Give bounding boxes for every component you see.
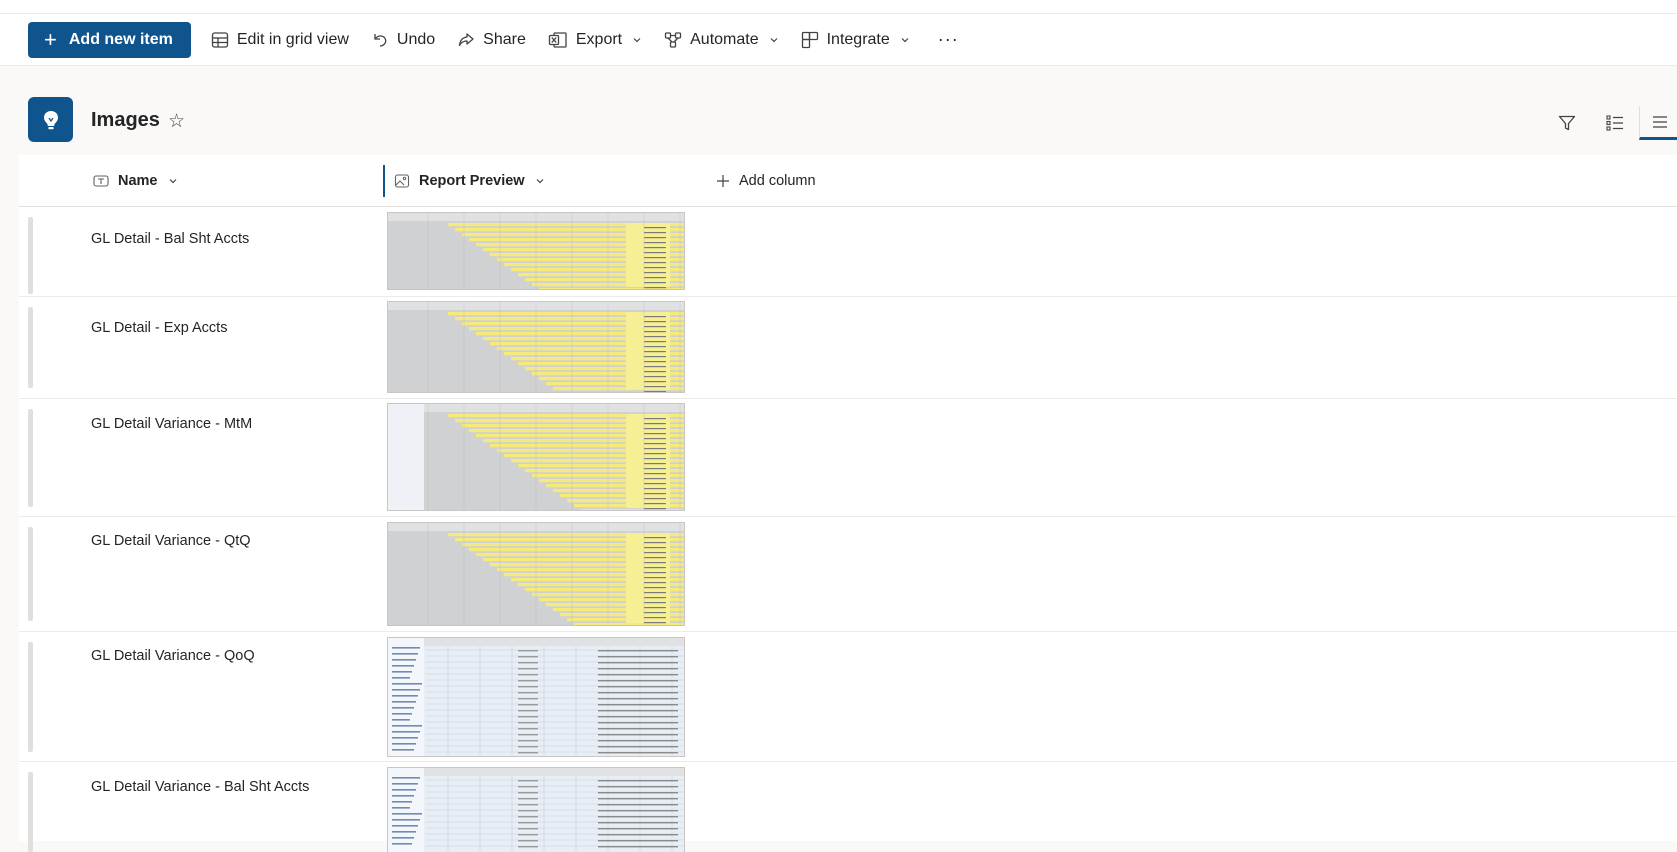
- column-name-label: Name: [118, 173, 158, 189]
- more-options-icon[interactable]: ···: [938, 29, 959, 50]
- list-row[interactable]: GL Detail - Exp Accts: [19, 297, 1677, 399]
- list-row[interactable]: GL Detail - Bal Sht Accts: [19, 207, 1677, 297]
- add-new-item-label: Add new item: [68, 30, 173, 48]
- excel-icon: [548, 31, 567, 48]
- report-preview-thumbnail[interactable]: [387, 637, 685, 757]
- report-preview-image: [388, 302, 684, 392]
- report-preview-thumbnail[interactable]: [387, 767, 685, 852]
- undo-label: Undo: [396, 30, 436, 48]
- view-switcher-icon[interactable]: [1639, 106, 1677, 140]
- chevron-down-icon: [633, 37, 641, 42]
- report-preview-image: [388, 213, 684, 289]
- row-name[interactable]: GL Detail - Bal Sht Accts: [91, 231, 249, 247]
- plus-icon: +: [44, 26, 57, 52]
- row-name[interactable]: GL Detail Variance - Bal Sht Accts: [91, 779, 309, 795]
- list-options-icon[interactable]: [1591, 106, 1639, 140]
- integrate-button[interactable]: Integrate: [801, 22, 910, 58]
- share-button[interactable]: Share: [457, 22, 526, 58]
- add-column-label: Add column: [739, 173, 816, 189]
- column-report-preview-label: Report Preview: [419, 173, 525, 189]
- list-row[interactable]: GL Detail Variance - Bal Sht Accts: [19, 762, 1677, 852]
- report-preview-thumbnail[interactable]: [387, 212, 685, 290]
- automate-label: Automate: [690, 30, 759, 48]
- add-column-button[interactable]: Add column: [716, 155, 816, 207]
- favorite-star-icon[interactable]: ☆: [168, 110, 185, 133]
- export-label: Export: [575, 30, 623, 48]
- grid-icon: [211, 31, 229, 48]
- top-strip: [0, 0, 1677, 14]
- command-bar: + Add new item Edit in grid view Undo Sh…: [0, 14, 1677, 66]
- list-title: Images: [91, 109, 160, 131]
- column-header-report-preview[interactable]: Report Preview: [394, 155, 545, 207]
- undo-button[interactable]: Undo: [371, 22, 435, 58]
- flow-icon: [664, 31, 682, 48]
- row-selector[interactable]: [28, 772, 33, 852]
- report-preview-image: [388, 523, 684, 625]
- report-preview-thumbnail[interactable]: [387, 522, 685, 626]
- integrate-label: Integrate: [826, 30, 890, 48]
- report-preview-image: [388, 768, 684, 852]
- row-selector[interactable]: [28, 217, 33, 294]
- text-column-icon: [93, 175, 109, 187]
- lightbulb-icon: [28, 97, 73, 142]
- column-header-name[interactable]: Name: [93, 155, 178, 207]
- edit-grid-button[interactable]: Edit in grid view: [211, 22, 349, 58]
- add-new-item-button[interactable]: + Add new item: [28, 21, 191, 58]
- row-selector[interactable]: [28, 307, 33, 388]
- share-icon: [459, 32, 474, 46]
- list-row[interactable]: GL Detail Variance - QoQ: [19, 632, 1677, 762]
- list-row[interactable]: GL Detail Variance - MtM: [19, 399, 1677, 517]
- row-name[interactable]: GL Detail Variance - QoQ: [91, 648, 255, 664]
- report-preview-image: [388, 638, 684, 756]
- column-resize-handle[interactable]: [383, 165, 385, 197]
- export-button[interactable]: Export: [548, 22, 642, 58]
- list-header: Images ☆: [0, 66, 1677, 156]
- chevron-down-icon: [770, 37, 778, 42]
- row-selector[interactable]: [28, 642, 33, 752]
- row-name[interactable]: GL Detail Variance - QtQ: [91, 533, 251, 549]
- undo-icon: [374, 33, 387, 47]
- row-name[interactable]: GL Detail - Exp Accts: [91, 320, 227, 336]
- share-label: Share: [483, 30, 526, 48]
- list-row[interactable]: GL Detail Variance - QtQ: [19, 517, 1677, 632]
- chevron-down-icon: [169, 179, 176, 184]
- row-selector[interactable]: [28, 409, 33, 507]
- chevron-down-icon: [536, 179, 544, 184]
- list-grid: Name Report Preview Add column GL Detail…: [19, 155, 1677, 852]
- plus-icon: [717, 175, 729, 187]
- report-preview-thumbnail[interactable]: [387, 403, 685, 511]
- automate-button[interactable]: Automate: [664, 22, 778, 58]
- report-preview-thumbnail[interactable]: [387, 301, 685, 393]
- chevron-down-icon: [901, 37, 909, 42]
- image-column-icon: [394, 174, 410, 188]
- row-name[interactable]: GL Detail Variance - MtM: [91, 416, 252, 432]
- integrate-icon: [801, 31, 818, 48]
- column-header-row: Name Report Preview Add column: [19, 155, 1677, 207]
- report-preview-image: [388, 404, 684, 510]
- view-controls: [1543, 106, 1677, 140]
- filter-icon[interactable]: [1543, 106, 1591, 140]
- row-selector[interactable]: [28, 527, 33, 621]
- edit-grid-label: Edit in grid view: [236, 30, 349, 48]
